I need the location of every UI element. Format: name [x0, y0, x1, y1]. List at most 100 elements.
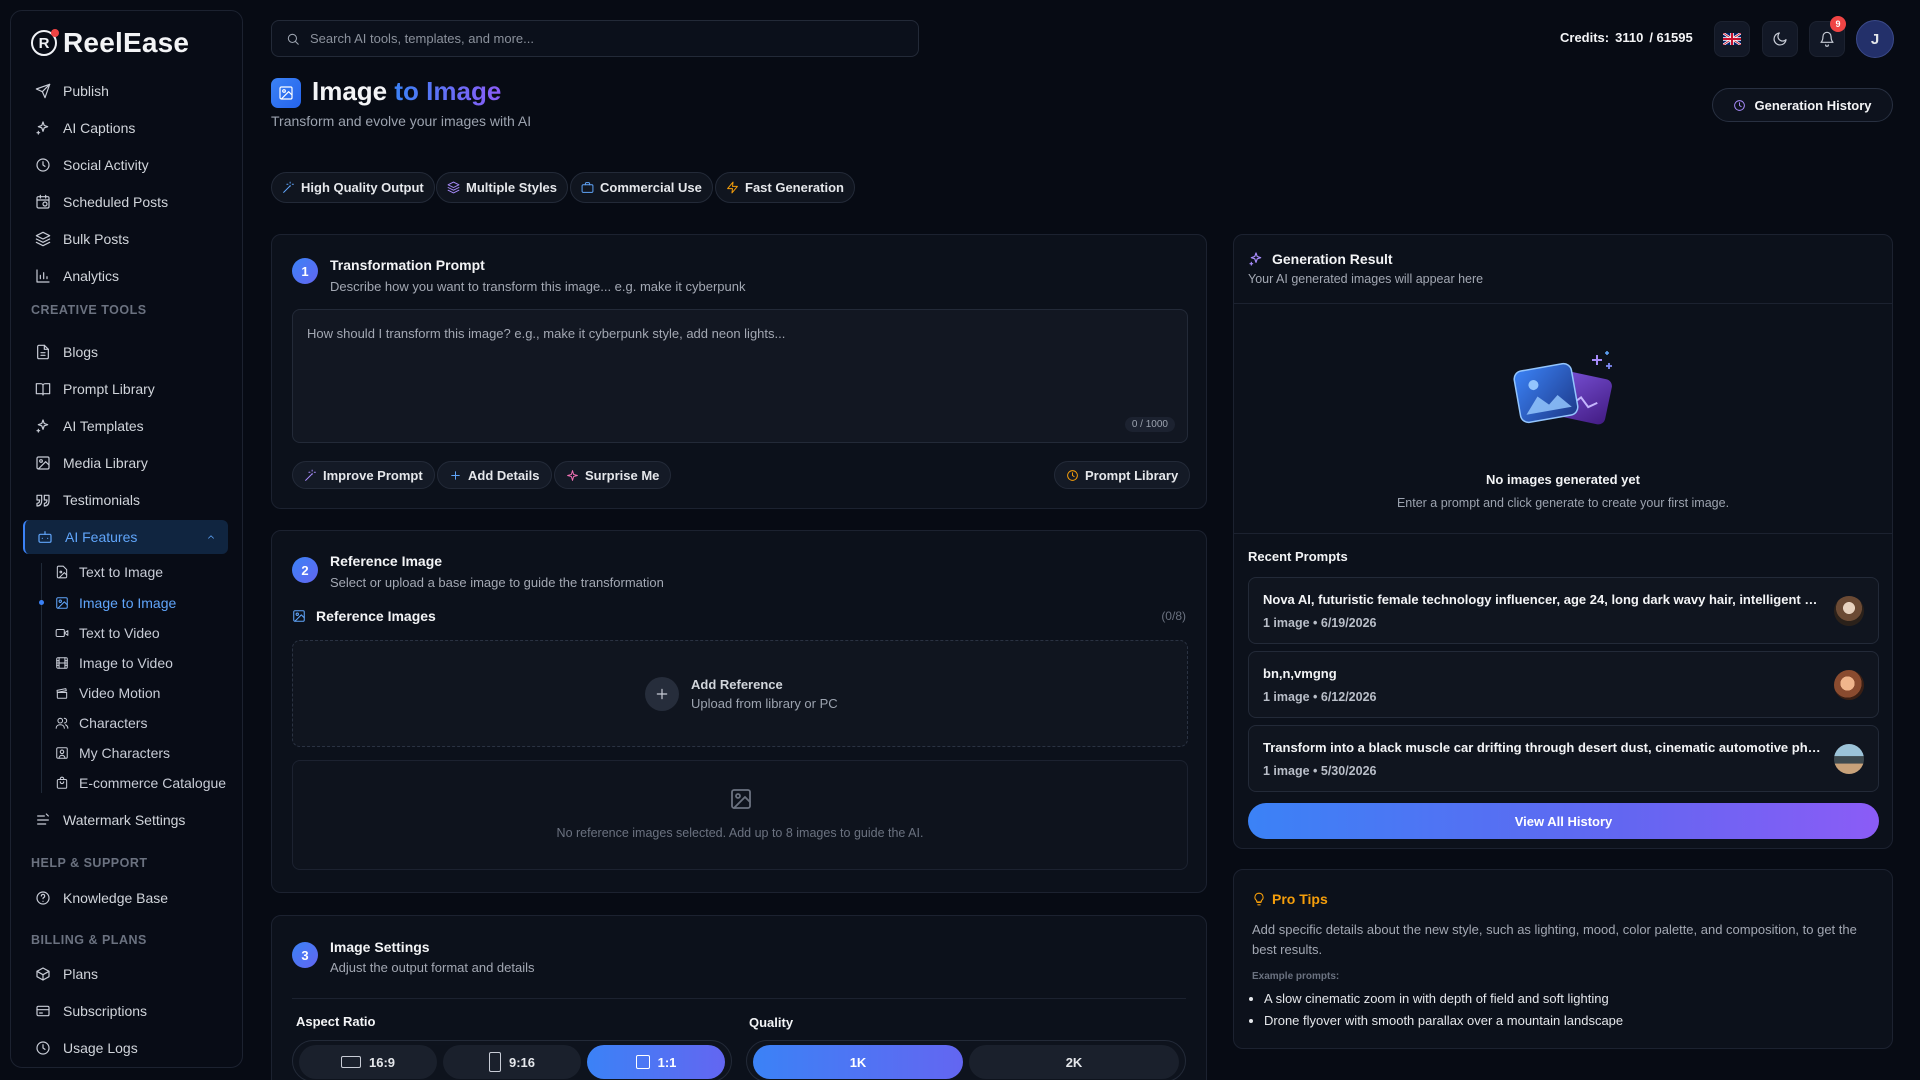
sidebar-item-knowledge-base[interactable]: Knowledge Base — [23, 881, 228, 915]
sidebar-subitem-text-to-video[interactable]: Text to Video — [45, 619, 235, 647]
sidebar-subitem-image-to-image[interactable]: Image to Image — [39, 589, 235, 617]
example-prompt: Drone flyover with smooth parallax over … — [1264, 1013, 1623, 1028]
sidebar-subitem-characters[interactable]: Characters — [45, 709, 235, 737]
page-subtitle: Transform and evolve your images with AI — [271, 113, 532, 129]
pro-tips-card: Pro Tips Add specific details about the … — [1233, 869, 1893, 1049]
history-icon — [1734, 99, 1746, 111]
step-number: 2 — [292, 557, 318, 583]
avatar[interactable]: J — [1856, 20, 1894, 58]
sidebar-item-analytics[interactable]: Analytics — [23, 259, 228, 293]
film-icon — [56, 657, 68, 669]
sidebar-item-ai-captions[interactable]: AI Captions — [23, 111, 228, 145]
aspect-option-label: 16:9 — [368, 1054, 396, 1070]
feature-label: High Quality Output — [301, 180, 424, 195]
sidebar-item-subscriptions[interactable]: Subscriptions — [23, 994, 228, 1028]
sidebar-item-usage-logs[interactable]: Usage Logs — [23, 1031, 228, 1065]
prompt-textarea[interactable]: How should I transform this image? e.g.,… — [292, 309, 1188, 443]
square-icon — [635, 1055, 650, 1069]
transformation-prompt-card: 1 Transformation Prompt Describe how you… — [271, 234, 1207, 509]
add-reference-subtitle: Upload from library or PC — [691, 696, 838, 711]
package-icon — [36, 967, 50, 981]
sidebar-item-ai-features[interactable]: AI Features — [23, 520, 228, 554]
sidebar-item-social-activity[interactable]: Social Activity — [23, 148, 228, 182]
sidebar-item-plans[interactable]: Plans — [23, 957, 228, 991]
recent-prompt-item[interactable]: Nova AI, futuristic female technology in… — [1248, 577, 1879, 644]
example-prompts-list: A slow cinematic zoom in with depth of f… — [1264, 991, 1623, 1035]
sidebar-item-bulk-posts[interactable]: Bulk Posts — [23, 222, 228, 256]
sidebar-subitem-label: E-commerce Catalogue — [79, 775, 227, 791]
subscription-icon — [36, 1005, 50, 1017]
image-user-icon — [56, 747, 68, 759]
theme-toggle-button[interactable] — [1762, 21, 1798, 57]
image-icon — [36, 456, 50, 470]
prompt-library-label: Prompt Library — [1085, 467, 1179, 483]
sidebar-item-label: Watermark Settings — [63, 812, 186, 828]
pro-tips-title: Pro Tips — [1272, 891, 1328, 907]
add-reference-dropzone[interactable]: Add Reference Upload from library or PC — [292, 640, 1188, 747]
recent-prompt-item[interactable]: bn,n,vmgng 1 image • 6/12/2026 — [1248, 651, 1879, 718]
reference-count: (0/8) — [1161, 609, 1186, 623]
sidebar-item-testimonials[interactable]: Testimonials — [23, 483, 228, 517]
aspect-ratio-label: Aspect Ratio — [296, 1014, 376, 1029]
add-reference-button[interactable] — [645, 677, 679, 711]
sidebar-item-media-library[interactable]: Media Library — [23, 446, 228, 480]
sidebar-subitem-video-motion[interactable]: Video Motion — [45, 679, 235, 707]
char-counter: 0 / 1000 — [1124, 417, 1175, 432]
language-button[interactable] — [1714, 21, 1750, 57]
recent-prompt-thumbnail — [1834, 744, 1864, 774]
search-input[interactable] — [310, 31, 890, 46]
chevron-up-icon[interactable] — [206, 532, 216, 542]
generation-result-card: Generation Result Your AI generated imag… — [1233, 234, 1893, 849]
empty-gallery-icon — [1513, 351, 1612, 425]
sidebar-subitem-label: Image to Image — [79, 595, 177, 611]
quality-option-label: 2K — [1065, 1054, 1083, 1070]
sidebar-subitem-image-to-video[interactable]: Image to Video — [45, 649, 235, 677]
section-label-creative-tools: CREATIVE TOOLS — [31, 303, 147, 317]
sidebar-item-prompt-library[interactable]: Prompt Library — [23, 372, 228, 406]
aspect-option-9-16[interactable]: 9:16 — [443, 1045, 581, 1079]
example-prompt: A slow cinematic zoom in with depth of f… — [1264, 991, 1623, 1006]
card-subtitle: Adjust the output format and details — [330, 960, 535, 975]
sidebar-item-scheduled-posts[interactable]: Scheduled Posts — [23, 185, 228, 219]
improve-prompt-label: Improve Prompt — [323, 467, 423, 483]
search-bar[interactable] — [271, 20, 919, 57]
notifications-button[interactable]: 9 — [1809, 16, 1846, 57]
view-all-history-button[interactable]: View All History — [1248, 803, 1879, 839]
bot-icon — [38, 531, 52, 543]
sidebar-item-label: Knowledge Base — [63, 890, 169, 906]
credits-display: Credits: 3110 / 61595 — [1560, 30, 1693, 45]
sidebar-item-watermark-settings[interactable]: Watermark Settings — [23, 803, 228, 837]
credits-label: Credits: — [1560, 30, 1610, 45]
card-title: Transformation Prompt — [330, 257, 485, 273]
feature-badge-commercial: Commercial Use — [570, 172, 713, 203]
image-placeholder-icon — [731, 789, 751, 809]
card-title: Image Settings — [330, 939, 430, 955]
logo[interactable]: R ReelEase — [31, 27, 189, 59]
sidebar-item-blogs[interactable]: Blogs — [23, 335, 228, 369]
improve-prompt-button[interactable]: Improve Prompt — [292, 461, 435, 489]
sidebar-subitem-my-characters[interactable]: My Characters — [45, 739, 235, 767]
generation-history-button[interactable]: Generation History — [1712, 88, 1893, 122]
page-icon — [271, 78, 301, 108]
aspect-option-16-9[interactable]: 16:9 — [299, 1045, 437, 1079]
portrait-icon — [488, 1052, 501, 1072]
recent-prompt-meta: 1 image • 6/19/2026 — [1263, 616, 1377, 630]
aspect-option-1-1[interactable]: 1:1 — [587, 1045, 725, 1079]
video-icon — [55, 628, 69, 638]
layers-icon — [35, 231, 51, 247]
sidebar-item-ai-templates[interactable]: AI Templates — [23, 409, 228, 443]
prompt-library-button[interactable]: Prompt Library — [1054, 461, 1191, 489]
sidebar-item-label: AI Templates — [63, 418, 144, 434]
sidebar-subitem-text-to-image[interactable]: Text to Image — [45, 558, 235, 586]
surprise-me-button[interactable]: Surprise Me — [554, 461, 672, 489]
sidebar-subitem-ecommerce-catalogue[interactable]: E-commerce Catalogue — [45, 769, 235, 797]
recent-prompt-item[interactable]: Transform into a black muscle car drifti… — [1248, 725, 1879, 792]
clock-icon — [36, 158, 50, 172]
surprise-me-label: Surprise Me — [585, 467, 660, 483]
sidebar-item-publish[interactable]: Publish — [23, 74, 228, 108]
quality-option-2k[interactable]: 2K — [969, 1045, 1179, 1079]
aspect-option-label: 9:16 — [508, 1054, 536, 1070]
reference-image-card: 2 Reference Image Select or upload a bas… — [271, 530, 1207, 893]
quality-option-1k[interactable]: 1K — [753, 1045, 963, 1079]
add-details-button[interactable]: Add Details — [437, 461, 552, 489]
